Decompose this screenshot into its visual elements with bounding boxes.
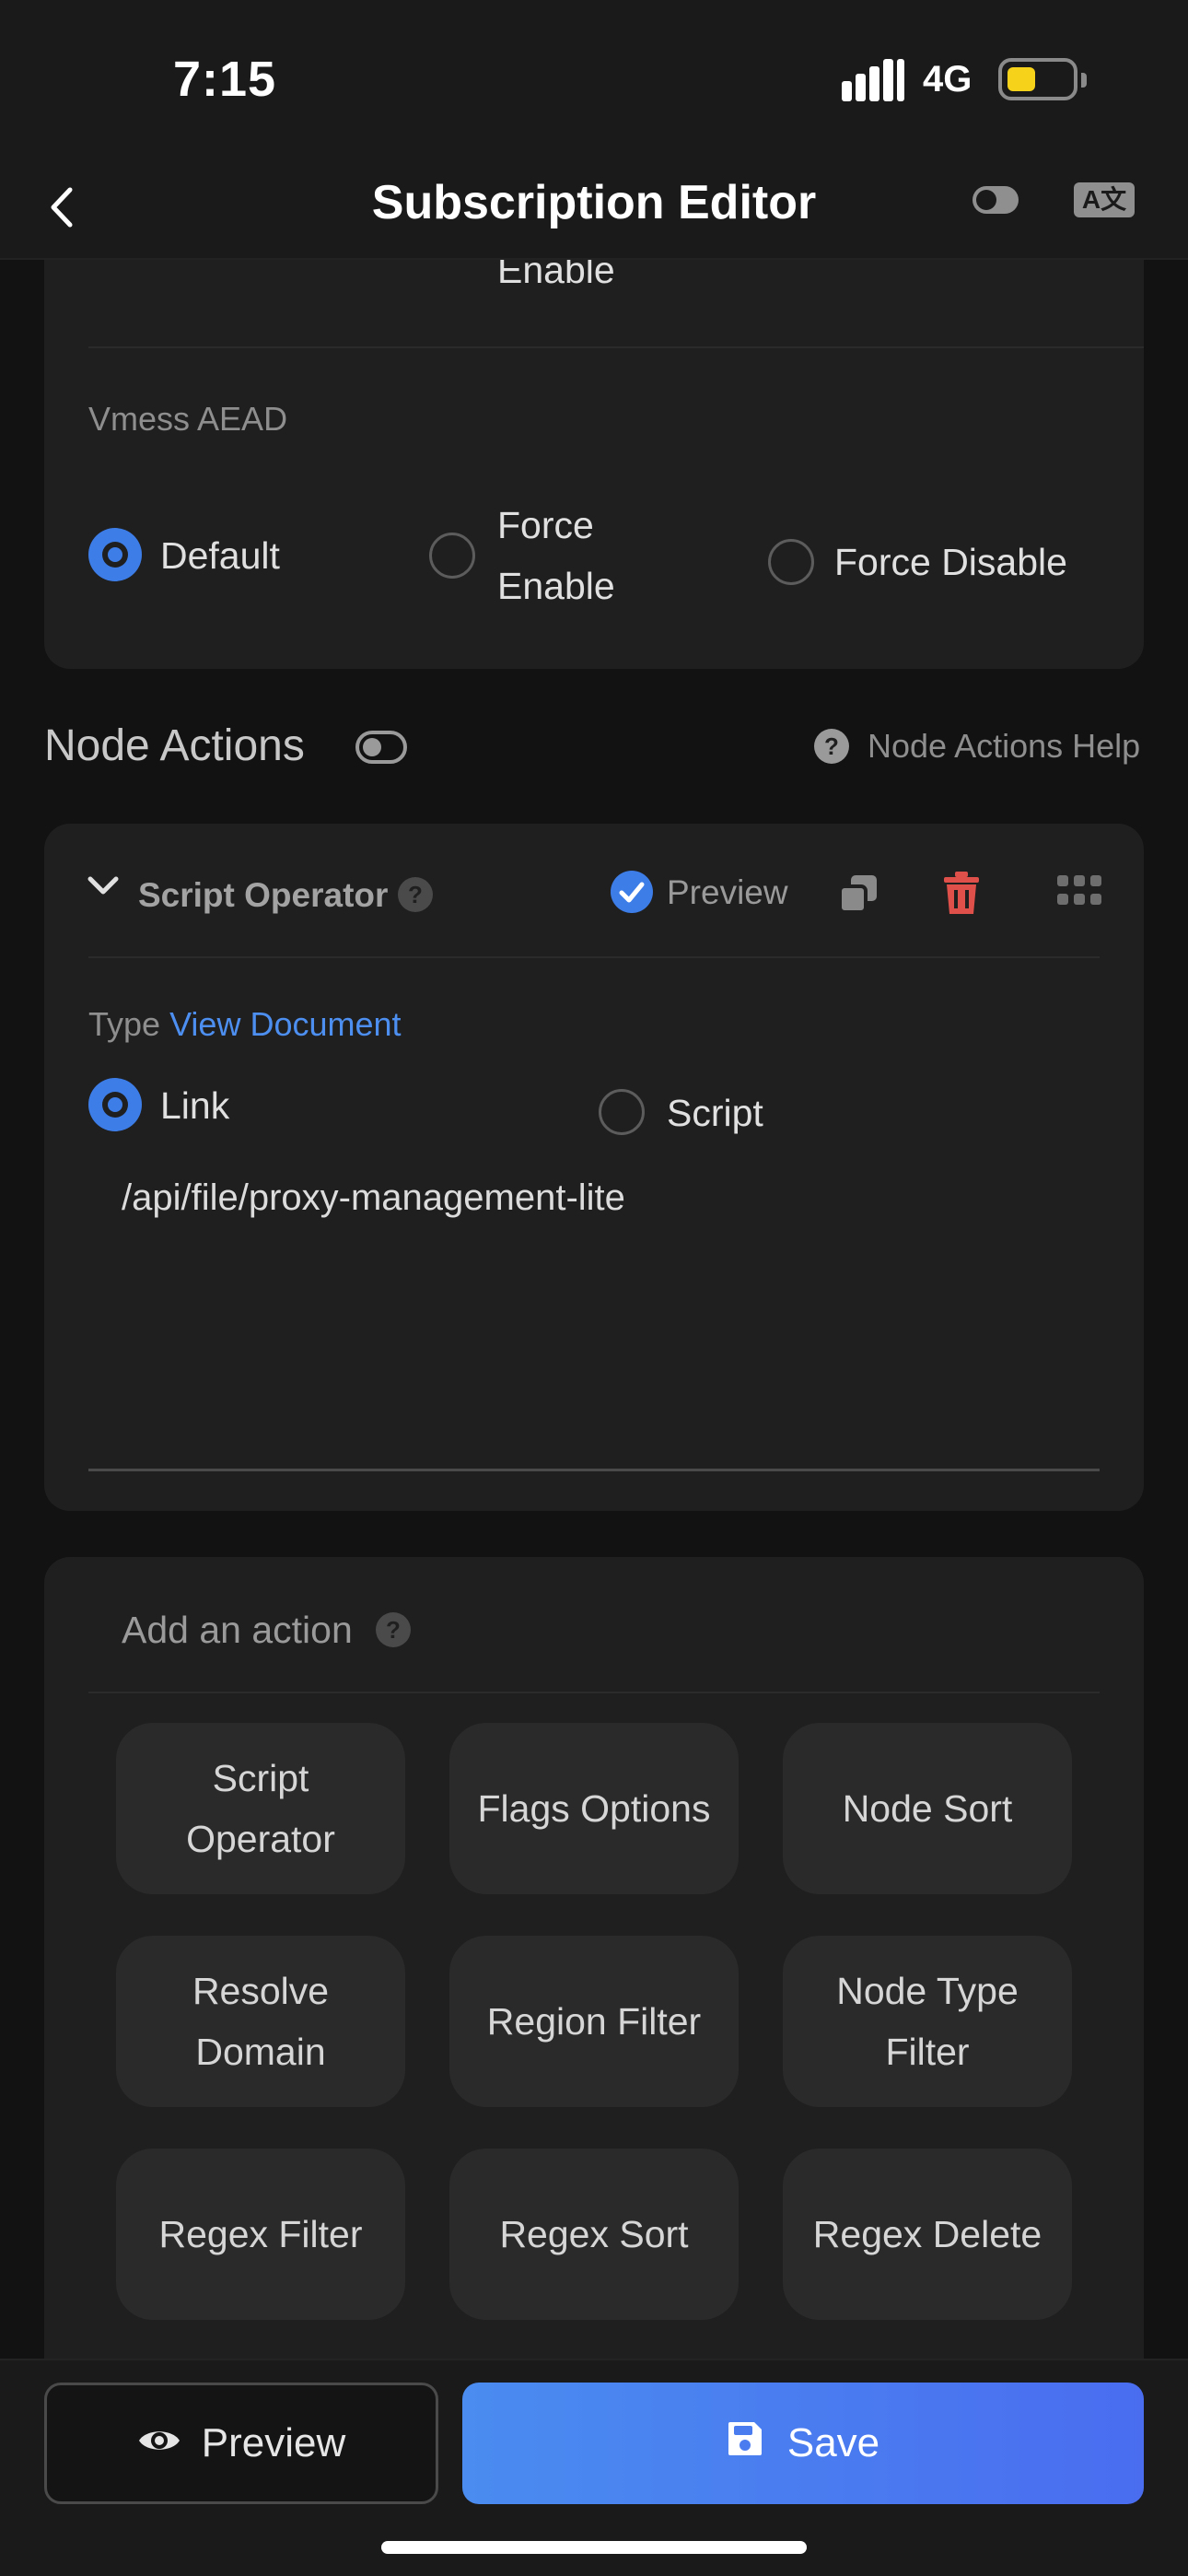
save-button-label: Save [786,2420,880,2465]
vmess-force-disable-label[interactable]: Force Disable [834,532,1067,592]
view-document-link[interactable]: View Document [169,1005,401,1043]
vmess-force-enable-radio[interactable] [429,533,475,579]
status-time: 7:15 [173,52,277,107]
battery-icon [998,58,1087,100]
type-script-label[interactable]: Script [667,1083,763,1143]
action-flags-options-button[interactable]: Flags Options [449,1723,739,1894]
node-actions-toggle[interactable] [355,731,407,764]
copy-icon[interactable] [838,873,879,914]
toggle-icon[interactable] [973,186,1019,214]
action-node-type-filter-button[interactable]: Node Type Filter [783,1936,1072,2107]
home-indicator [381,2541,807,2554]
type-link-radio[interactable] [88,1078,142,1131]
type-text: Type [88,1005,161,1043]
action-regex-filter-button[interactable]: Regex Filter [116,2149,405,2320]
action-resolve-domain-button[interactable]: Resolve Domain [116,1936,405,2107]
signal-icon [842,59,906,101]
eye-icon [137,2420,181,2466]
action-node-sort-button[interactable]: Node Sort [783,1723,1072,1894]
help-icon[interactable]: ? [814,729,849,764]
type-link-label[interactable]: Link [160,1075,229,1136]
script-operator-card [44,824,1144,1511]
action-regex-delete-button[interactable]: Regex Delete [783,2149,1072,2320]
preview-button-label: Preview [201,2420,346,2465]
action-regex-sort-button[interactable]: Regex Sort [449,2149,739,2320]
divider [88,1692,1100,1693]
floppy-disk-icon [727,2420,763,2467]
network-type: 4G [923,59,973,100]
script-operator-title: Script Operator [138,876,389,914]
check-circle-icon[interactable] [610,870,654,914]
input-underline [88,1469,1100,1471]
add-action-title: Add an action [122,1609,353,1651]
node-actions-title: Node Actions [44,721,305,770]
type-label: Type View Document [88,1005,402,1044]
translate-icon[interactable]: A文 [1074,182,1135,217]
vmess-aead-label: Vmess AEAD [88,400,288,438]
script-link-input[interactable]: /api/file/proxy-management-lite [122,1177,625,1219]
vmess-default-label[interactable]: Default [160,525,280,586]
chevron-down-icon[interactable] [87,873,120,899]
divider [88,346,1144,348]
save-button[interactable]: Save [462,2383,1144,2504]
action-region-filter-button[interactable]: Region Filter [449,1936,739,2107]
type-script-radio[interactable] [599,1089,645,1135]
node-actions-help-link[interactable]: Node Actions Help [868,727,1140,766]
vmess-force-enable-label[interactable]: Force Enable [497,495,615,616]
action-script-operator-button[interactable]: Script Operator [116,1723,405,1894]
help-icon[interactable]: ? [376,1612,411,1647]
preview-button[interactable]: Preview [44,2383,438,2504]
divider [88,956,1100,958]
preview-toggle-label[interactable]: Preview [667,873,788,912]
trash-icon[interactable] [943,872,980,916]
help-icon[interactable]: ? [398,877,433,912]
vmess-force-disable-radio[interactable] [768,539,814,585]
vmess-default-radio[interactable] [88,528,142,581]
drag-grid-icon[interactable] [1057,875,1101,907]
